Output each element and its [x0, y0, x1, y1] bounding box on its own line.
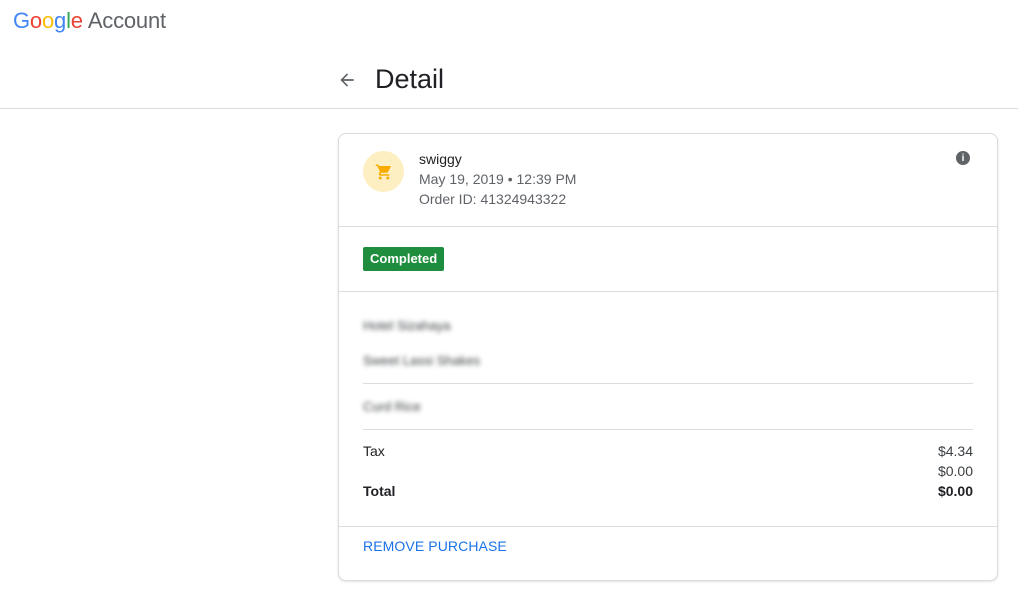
arrow-left-icon	[340, 73, 354, 87]
page-title: Detail	[375, 64, 445, 94]
logo-letter: e	[70, 8, 83, 33]
info-icon[interactable]: i	[956, 151, 970, 165]
merchant-avatar	[363, 151, 404, 192]
purchase-detail-card: swiggy May 19, 2019 • 12:39 PM Order ID:…	[338, 133, 998, 581]
status-badge: Completed	[363, 247, 445, 271]
tax-label: Tax	[363, 443, 385, 459]
logo-letter: g	[54, 8, 67, 33]
action-section: REMOVE PURCHASE	[339, 527, 997, 580]
order-id: Order ID: 41324943322	[419, 191, 567, 207]
remove-purchase-button[interactable]: REMOVE PURCHASE	[363, 538, 507, 554]
google-account-logo[interactable]: Google Account	[13, 8, 166, 34]
page-header: Detail	[0, 52, 1018, 109]
divider	[363, 383, 973, 384]
items-section: Hotel Sizahaya Sweet Lassi Shakes Curd R…	[339, 292, 997, 527]
back-button[interactable]	[333, 66, 361, 94]
blurred-store-name: Hotel Sizahaya	[363, 318, 451, 333]
merchant-name: swiggy	[419, 151, 462, 167]
merchant-section: swiggy May 19, 2019 • 12:39 PM Order ID:…	[339, 134, 997, 227]
logo-letter: o	[29, 8, 42, 33]
shopping-cart-icon	[375, 164, 391, 179]
blurred-item: Curd Rice	[363, 399, 421, 414]
tax-value: $4.34	[937, 443, 973, 459]
total-label: Total	[363, 483, 396, 499]
extra-value: $0.00	[937, 463, 973, 479]
logo-letter: o	[41, 8, 55, 33]
divider	[363, 429, 973, 430]
purchase-date: May 19, 2019 • 12:39 PM	[419, 171, 577, 187]
logo-letter: G	[13, 8, 30, 33]
logo-suffix: Account	[87, 8, 166, 33]
blurred-item: Sweet Lassi Shakes	[363, 353, 481, 368]
status-section: Completed	[339, 227, 997, 292]
total-value: $0.00	[937, 483, 973, 499]
